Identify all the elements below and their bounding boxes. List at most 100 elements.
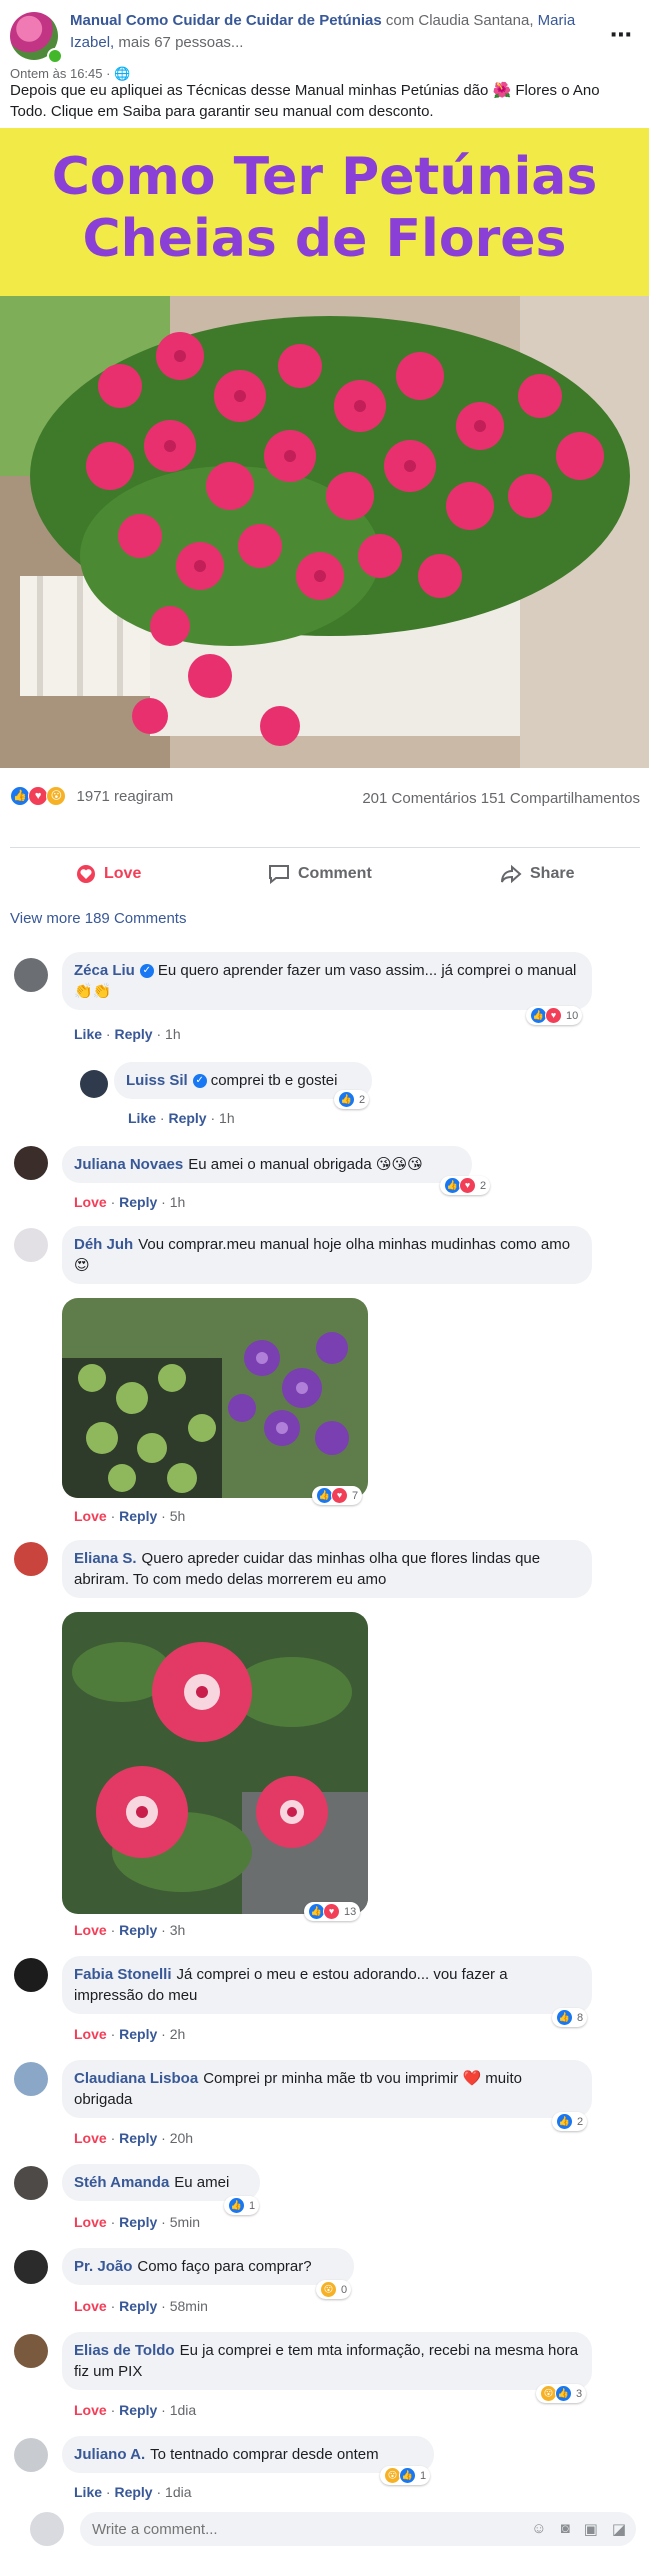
commenter-avatar[interactable] (14, 1146, 48, 1180)
more-people-link[interactable]: mais 67 pessoas... (118, 34, 243, 51)
reply-link[interactable]: Reply (119, 1194, 157, 1210)
gif-icon[interactable]: ▣ (584, 2520, 598, 2538)
emoji-icon[interactable]: ☺ (531, 2520, 546, 2538)
post-text: Depois que eu apliquei as Técnicas desse… (10, 82, 600, 120)
reply-link[interactable]: Reply (114, 1026, 152, 1042)
comment-reactions-badge[interactable]: 👍 ♥ 2 (440, 1176, 491, 1195)
commenter-name[interactable]: Stéh Amanda (74, 2174, 169, 2191)
sticker-icon[interactable]: ◪ (612, 2520, 626, 2538)
comment-reactions-badge[interactable]: 👍 1 (224, 2196, 260, 2215)
commenter-avatar[interactable] (14, 2250, 48, 2284)
image-banner: Como Ter Petúnias Cheias de Flores (0, 128, 649, 296)
comment-time[interactable]: 20h (170, 2130, 193, 2146)
like-link[interactable]: Like (128, 1110, 156, 1126)
commenter-avatar[interactable] (14, 2062, 48, 2096)
comment-time[interactable]: 2h (170, 2026, 186, 2042)
love-link[interactable]: Love (74, 2214, 107, 2230)
reply-link[interactable]: Reply (114, 2484, 152, 2500)
reaction-count: 3 (576, 2387, 583, 2400)
comment-time[interactable]: 1h (165, 1026, 181, 1042)
comment-reactions-badge[interactable]: 😮 👍 1 (380, 2466, 431, 2485)
love-link[interactable]: Love (74, 1194, 107, 1210)
comment-time[interactable]: 5h (170, 1508, 186, 1524)
reply-link[interactable]: Reply (119, 2402, 157, 2418)
love-link[interactable]: Love (74, 2130, 107, 2146)
reaction-count: 2 (359, 1093, 366, 1106)
banner-line-1: Como Ter Petúnias (51, 147, 598, 207)
love-button[interactable]: Love (76, 864, 141, 884)
comments-shares-count[interactable]: 201 Comentários 151 Compartilhamentos (362, 790, 640, 807)
reaction-count: 1 (249, 2199, 256, 2212)
reaction-count: 7 (352, 1489, 359, 1502)
commenter-name[interactable]: Pr. João (74, 2258, 132, 2275)
comment-meta: Love · Reply · 5min (74, 2214, 201, 2230)
comment-time[interactable]: 58min (170, 2298, 208, 2314)
reply-link[interactable]: Reply (119, 2298, 157, 2314)
post-title: Manual Como Cuidar de Cuidar de Petúnias… (70, 10, 590, 54)
reply-link[interactable]: Reply (168, 1110, 206, 1126)
commenter-avatar[interactable] (14, 2438, 48, 2472)
share-button[interactable]: Share (500, 864, 574, 884)
love-link[interactable]: Love (74, 2402, 107, 2418)
comment-reactions-badge[interactable]: 👍 2 (552, 2112, 588, 2131)
page-name-link[interactable]: Manual Como Cuidar de Cuidar de Petúnias (70, 12, 382, 29)
comment-time[interactable]: 1h (170, 1194, 186, 1210)
commenter-name[interactable]: Zéca Liu (74, 962, 135, 979)
comment-reactions-badge[interactable]: 😮 0 (316, 2280, 352, 2299)
reply-link[interactable]: Reply (119, 1922, 157, 1938)
comment-time[interactable]: 1dia (170, 2402, 196, 2418)
commenter-avatar[interactable] (14, 1542, 48, 1576)
commenter-avatar[interactable] (14, 2334, 48, 2368)
love-link[interactable]: Love (74, 1508, 107, 1524)
camera-icon[interactable]: ◙ (561, 2520, 570, 2538)
commenter-name[interactable]: Juliana Novaes (74, 1156, 183, 1173)
reactions-summary[interactable]: 👍 ♥ 😮 1971 reagiram 201 Comentários 151 … (10, 786, 640, 812)
reply-link[interactable]: Reply (119, 2130, 157, 2146)
commenter-name[interactable]: Luiss Sil (126, 1072, 188, 1089)
view-more-comments-link[interactable]: View more 189 Comments (10, 910, 186, 927)
comment-time[interactable]: 1dia (165, 2484, 191, 2500)
comment-meta: Like · Reply · 1h (128, 1110, 235, 1126)
reply-link[interactable]: Reply (119, 1508, 157, 1524)
comment-icon (269, 865, 289, 884)
reply-link[interactable]: Reply (119, 2026, 157, 2042)
post-image[interactable]: Como Ter Petúnias Cheias de Flores (0, 128, 649, 768)
comment-reactions-badge[interactable]: 👍 8 (552, 2008, 588, 2027)
comment-reactions-badge[interactable]: 👍 ♥ 13 (304, 1902, 361, 1921)
commenter-avatar[interactable] (14, 2166, 48, 2200)
comment-bubble: Juliano A. To tentnado comprar desde onte… (62, 2436, 434, 2473)
comment-reactions-badge[interactable]: 👍 ♥ 10 (526, 1006, 583, 1025)
comment-time[interactable]: 5min (170, 2214, 200, 2230)
love-link[interactable]: Love (74, 1922, 107, 1938)
more-options-icon[interactable]: ⋯ (610, 22, 633, 48)
comment-photo-seedlings[interactable] (62, 1298, 368, 1498)
comment-reactions-badge[interactable]: 👍 2 (334, 1090, 370, 1109)
comment-button[interactable]: Comment (268, 864, 372, 884)
commenter-name[interactable]: Elias de Toldo (74, 2342, 175, 2359)
commenter-name[interactable]: Fabia Stonelli (74, 1966, 172, 1983)
like-link[interactable]: Like (74, 1026, 102, 1042)
commenter-name[interactable]: Claudiana Lisboa (74, 2070, 198, 2087)
comment-text: Quero apreder cuidar das minhas olha que… (74, 1550, 541, 1588)
like-reaction-icon: 👍 (555, 2385, 572, 2402)
commenter-avatar[interactable] (14, 958, 48, 992)
comment-time[interactable]: 1h (219, 1110, 235, 1126)
like-link[interactable]: Like (74, 2484, 102, 2500)
comment-time[interactable]: 3h (170, 1922, 186, 1938)
commenter-name[interactable]: Déh Juh (74, 1236, 133, 1253)
love-link[interactable]: Love (74, 2298, 107, 2314)
commenter-name[interactable]: Juliano A. (74, 2446, 145, 2463)
commenter-avatar[interactable] (14, 1228, 48, 1262)
reaction-count[interactable]: 1971 reagiram (77, 788, 174, 805)
commenter-name[interactable]: Eliana S. (74, 1550, 137, 1567)
comment-photo-petunias[interactable] (62, 1612, 368, 1914)
reply-link[interactable]: Reply (119, 2214, 157, 2230)
comment-meta: Love · Reply · 58min (74, 2298, 208, 2314)
comment-reactions-badge[interactable]: 👍 ♥ 7 (312, 1486, 363, 1505)
commenter-avatar[interactable] (80, 1070, 108, 1098)
comment-bubble: Déh Juh Vou comprar.meu manual hoje olha … (62, 1226, 592, 1284)
commenter-avatar[interactable] (14, 1958, 48, 1992)
love-link[interactable]: Love (74, 2026, 107, 2042)
comment-reactions-badge[interactable]: 😮 👍 3 (536, 2384, 587, 2403)
online-indicator (47, 48, 63, 64)
